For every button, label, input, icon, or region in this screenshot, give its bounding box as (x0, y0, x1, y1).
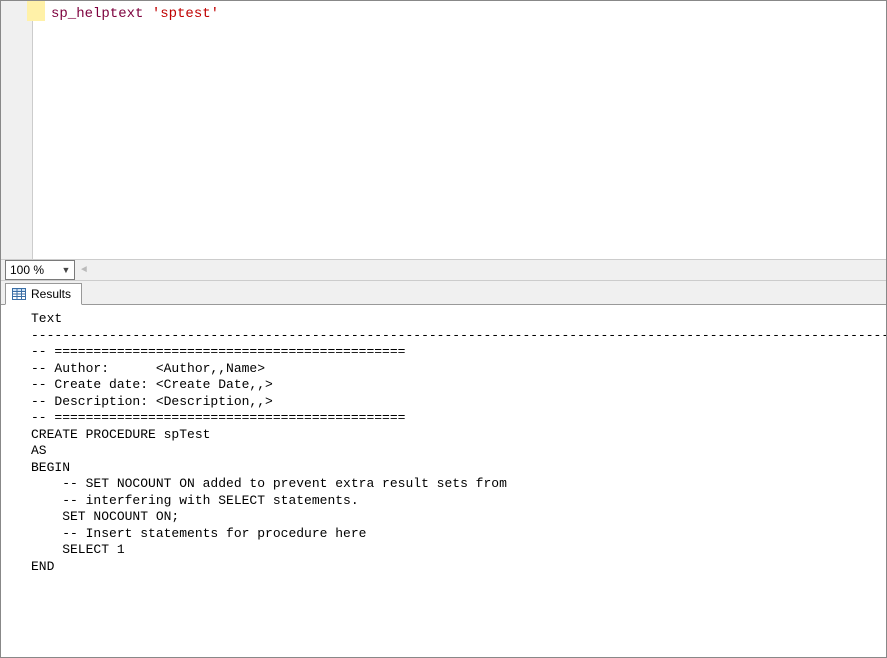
code-line: sp_helptext 'sptest' (51, 5, 880, 23)
results-line: -- interfering with SELECT statements. (31, 493, 886, 510)
results-line: -- Author: <Author,,Name> (31, 361, 886, 378)
results-line: -- Description: <Description,,> (31, 394, 886, 411)
query-editor[interactable]: sp_helptext 'sptest' (33, 1, 886, 259)
results-line: CREATE PROCEDURE spTest (31, 427, 886, 444)
results-column-header: Text (31, 311, 886, 328)
results-grid-icon (12, 288, 26, 300)
tab-label: Results (31, 287, 71, 301)
ssms-window: sp_helptext 'sptest' 100 % ▼ ◄ Results (0, 0, 887, 658)
zoom-toolbar: 100 % ▼ ◄ (1, 259, 886, 281)
results-tabstrip: Results (1, 281, 886, 305)
results-line: -- =====================================… (31, 344, 886, 361)
zoom-dropdown[interactable]: 100 % ▼ (5, 260, 75, 280)
zoom-value: 100 % (10, 263, 44, 277)
editor-gutter (1, 1, 33, 259)
chevron-down-icon: ▼ (60, 265, 72, 275)
query-editor-area: sp_helptext 'sptest' (1, 1, 886, 259)
results-separator: ----------------------------------------… (31, 328, 886, 345)
results-line: SET NOCOUNT ON; (31, 509, 886, 526)
hscroll-left-icon[interactable]: ◄ (77, 263, 91, 277)
results-line: SELECT 1 (31, 542, 886, 559)
results-line: AS (31, 443, 886, 460)
results-text: -- =====================================… (31, 344, 886, 575)
token-space (143, 6, 151, 22)
results-line: -- Insert statements for procedure here (31, 526, 886, 543)
results-line: BEGIN (31, 460, 886, 477)
results-line: -- Create date: <Create Date,,> (31, 377, 886, 394)
results-line: -- =====================================… (31, 410, 886, 427)
results-pane[interactable]: Text -----------------------------------… (1, 305, 886, 657)
token-string: 'sptest' (152, 6, 219, 22)
change-marker-overflow (33, 1, 45, 21)
token-builtin: sp_helptext (51, 6, 143, 22)
tab-results[interactable]: Results (5, 283, 82, 305)
results-line: -- SET NOCOUNT ON added to prevent extra… (31, 476, 886, 493)
results-line: END (31, 559, 886, 576)
